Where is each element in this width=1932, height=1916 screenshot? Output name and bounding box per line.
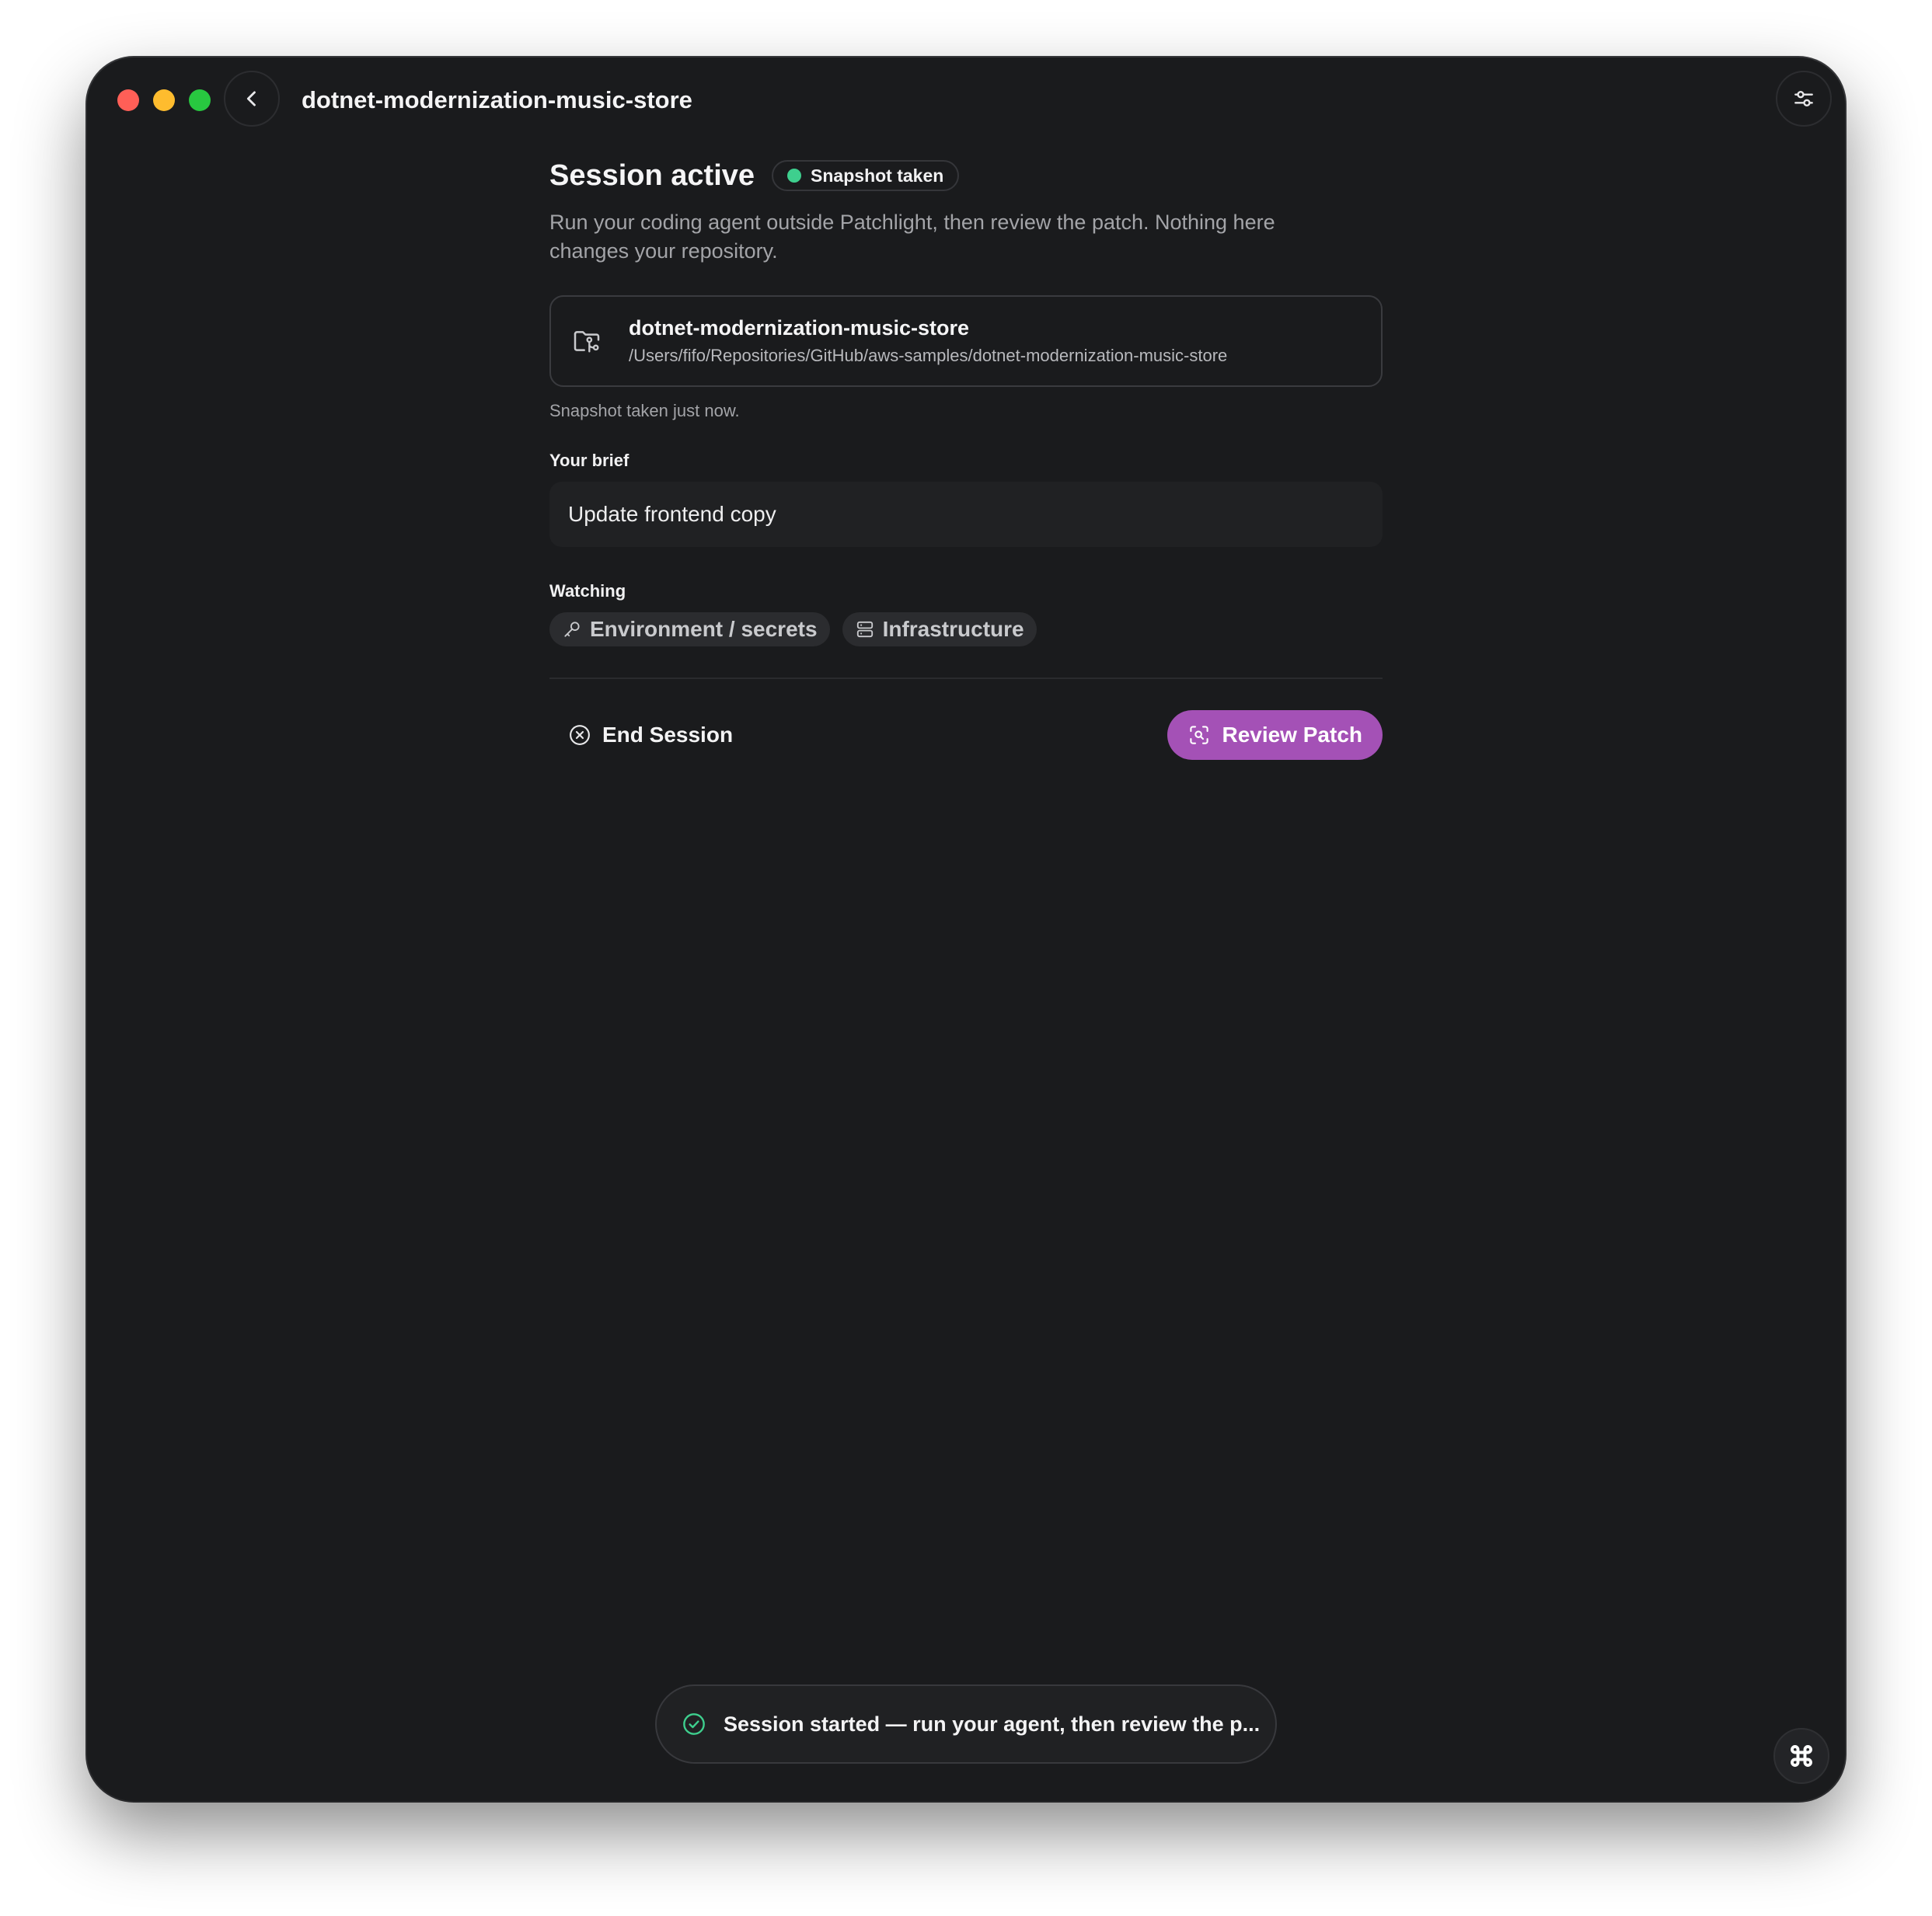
review-patch-label: Review Patch [1222,723,1362,747]
repo-path: /Users/fifo/Repositories/GitHub/aws-samp… [629,346,1228,365]
session-description: Run your coding agent outside Patchlight… [549,211,1275,263]
heading-row: Session active Snapshot taken [549,151,1383,200]
chip-label: Infrastructure [882,617,1024,641]
zoom-window-button[interactable] [189,89,211,111]
toast-message: Session started — run your agent, then r… [724,1712,1261,1736]
command-button[interactable] [1773,1728,1829,1784]
status-badge-label: Snapshot taken [811,165,944,186]
chip-infrastructure[interactable]: Infrastructure [842,612,1037,646]
repo-name: dotnet-modernization-music-store [629,316,970,340]
page-title: Session active [549,159,755,192]
end-session-label: End Session [602,723,734,747]
server-icon [856,621,873,638]
review-patch-button[interactable]: Review Patch [1167,710,1383,760]
settings-button[interactable] [1776,71,1832,127]
command-icon [1791,1745,1812,1767]
minimize-window-button[interactable] [153,89,175,111]
sliders-icon [1794,91,1813,106]
repo-card: dotnet-modernization-music-store /Users/… [549,295,1383,387]
status-badge: Snapshot taken [772,160,960,191]
scan-search-icon [1190,726,1209,744]
brief-input[interactable]: Update frontend copy [549,482,1383,547]
circle-x-icon [570,725,590,745]
end-session-button[interactable]: End Session [549,710,752,760]
close-window-button[interactable] [117,89,139,111]
brief-label: Your brief [549,451,629,470]
folder-git-icon [574,331,600,353]
snapshot-note: Snapshot taken just now. [549,401,740,420]
repo-text: dotnet-modernization-music-store /Users/… [629,314,1227,368]
chevron-left-icon [246,91,256,106]
chip-label: Environment / secrets [590,617,818,641]
circle-check-icon [683,1713,705,1735]
toast-notification: Session started — run your agent, then r… [655,1684,1277,1764]
key-icon [564,622,580,637]
session-panel: Session active Snapshot taken Run your c… [549,151,1383,760]
action-row: End Session Review Patch [549,710,1383,760]
chip-environment-secrets[interactable]: Environment / secrets [549,612,830,646]
back-button[interactable] [224,71,280,127]
watching-chips: Environment / secrets Infrastructure [549,612,1383,646]
divider [549,678,1383,679]
window-title: dotnet-modernization-music-store [302,86,692,113]
status-dot-icon [787,169,802,183]
app-window: dotnet-modernization-music-store Session… [87,57,1845,1801]
watching-label: Watching [549,581,626,601]
